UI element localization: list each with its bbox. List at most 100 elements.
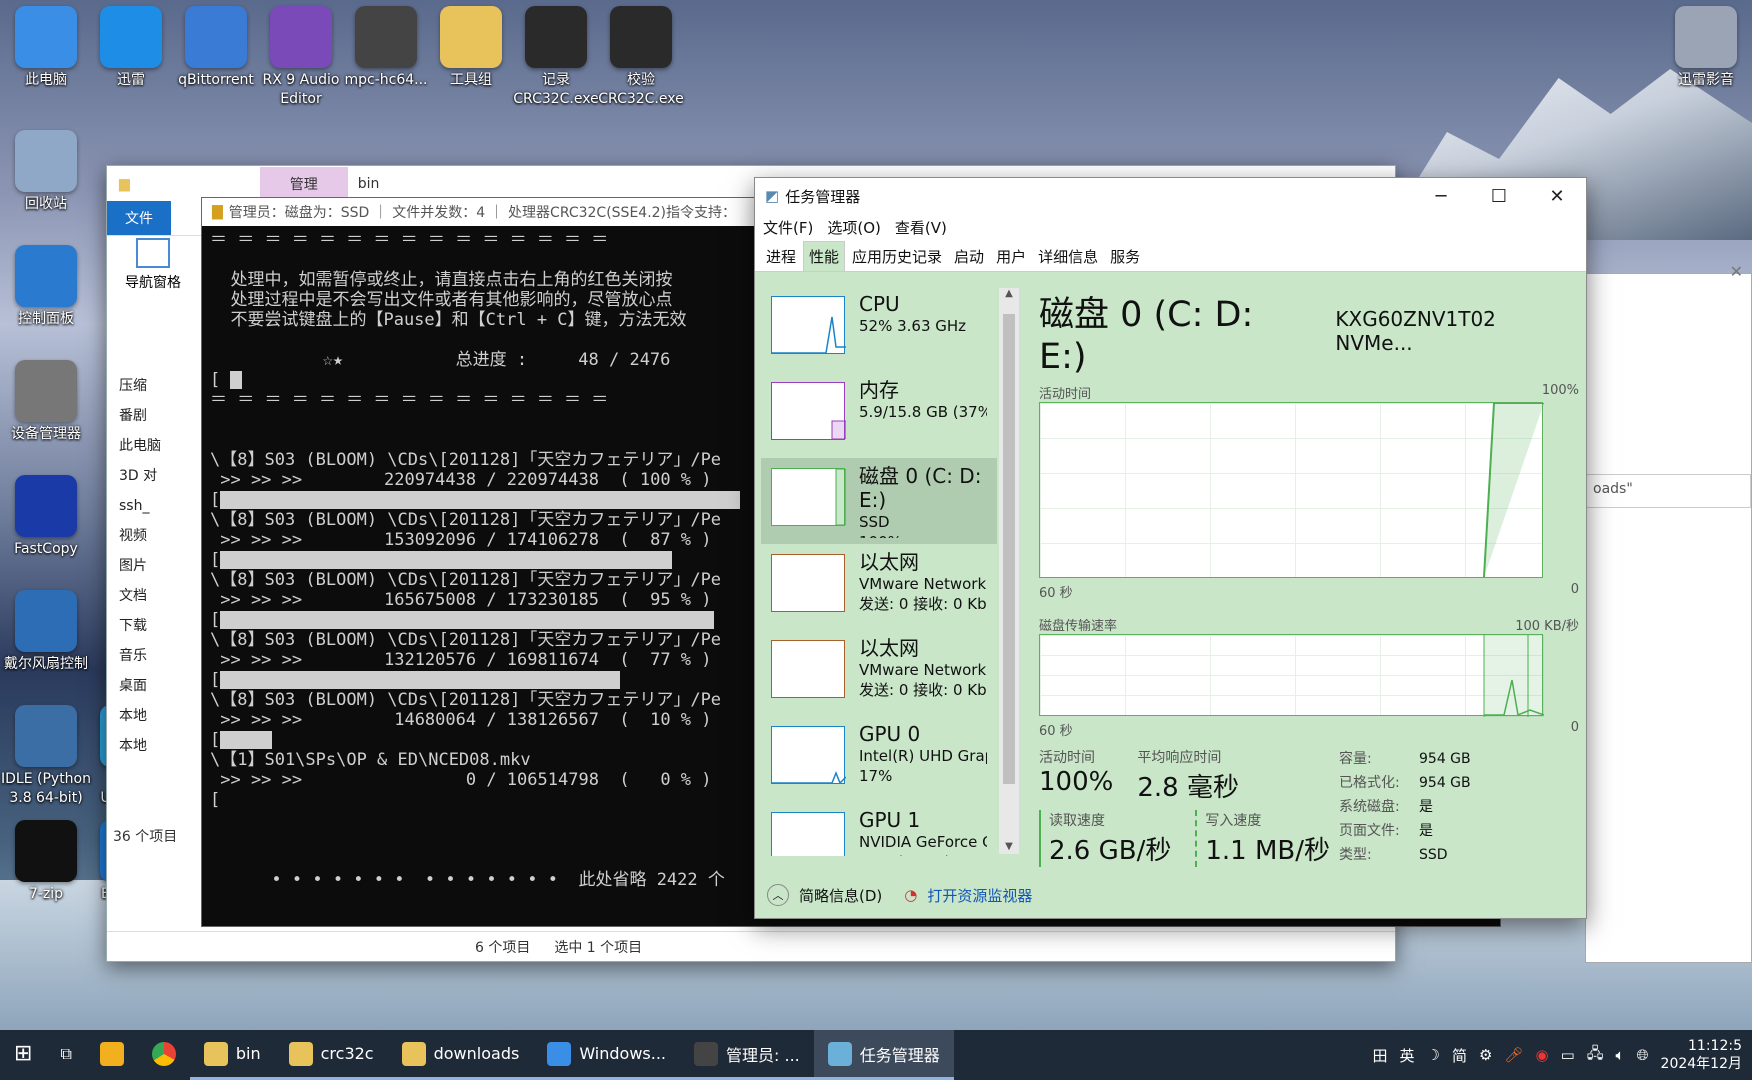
battery-icon[interactable]: ▭ bbox=[1561, 1046, 1575, 1064]
search-input[interactable]: oads" bbox=[1586, 474, 1751, 508]
tab[interactable]: 应用历史记录 bbox=[847, 242, 947, 271]
manage-tab[interactable]: 管理 bbox=[259, 167, 348, 201]
desktop-icon[interactable]: qBittorrent bbox=[170, 6, 262, 90]
nav-item[interactable]: 文档 bbox=[107, 581, 207, 611]
bracket: [ bbox=[210, 670, 221, 690]
resource-thumbnail bbox=[771, 726, 847, 785]
taskbar-chrome[interactable] bbox=[138, 1030, 190, 1080]
taskbar-item[interactable]: Windows... bbox=[533, 1030, 680, 1080]
desktop-icon[interactable]: 戴尔风扇控制 bbox=[0, 590, 92, 674]
tab[interactable]: 服务 bbox=[1105, 242, 1145, 271]
taskbar-potplayer[interactable] bbox=[86, 1030, 138, 1080]
ime-language[interactable]: 英 bbox=[1400, 1045, 1415, 1066]
desktop-icon[interactable]: 设备管理器 bbox=[0, 360, 92, 444]
clapper-icon bbox=[355, 6, 417, 68]
settings-icon[interactable]: ⚙ bbox=[1479, 1046, 1492, 1064]
scroll-up-icon[interactable]: ▲ bbox=[999, 288, 1019, 299]
nav-item[interactable]: 番剧 bbox=[107, 401, 207, 431]
nav-item[interactable]: 本地 bbox=[107, 701, 207, 731]
ime-mode[interactable]: 简 bbox=[1452, 1045, 1467, 1066]
microphone-icon[interactable]: 🎤︎ bbox=[1504, 1046, 1523, 1064]
menu-item[interactable]: 选项(O) bbox=[827, 217, 881, 238]
nav-item[interactable]: 3D 对 bbox=[107, 461, 207, 491]
nav-item[interactable]: ssh_ bbox=[107, 491, 207, 521]
resource-item[interactable]: 以太网VMware Network Adapter 发送: 0 接收: 0 Kbp… bbox=[761, 630, 997, 716]
resource-item[interactable]: 磁盘 0 (C: D: E:)SSD100% bbox=[761, 458, 997, 544]
moon-icon[interactable]: ☽ bbox=[1427, 1046, 1440, 1064]
nav-item[interactable]: 本地 bbox=[107, 731, 207, 761]
brief-info-link[interactable]: 简略信息(D) bbox=[799, 885, 882, 906]
tab[interactable]: 进程 bbox=[761, 242, 801, 271]
desktop-icon[interactable]: 记录CRC32C.exe bbox=[510, 6, 602, 109]
tab[interactable]: 用户 bbox=[991, 242, 1031, 271]
menu-item[interactable]: 查看(V) bbox=[895, 217, 947, 238]
tab[interactable]: 启动 bbox=[949, 242, 989, 271]
nav-item[interactable]: 音乐 bbox=[107, 641, 207, 671]
clock[interactable]: 11:12:5 2024年12月 bbox=[1661, 1037, 1742, 1073]
desktop-icon[interactable]: 7-zip bbox=[0, 820, 92, 904]
desktop-icon[interactable]: IDLE (Python 3.8 64-bit) bbox=[0, 705, 92, 808]
nav-item[interactable]: 视频 bbox=[107, 521, 207, 551]
resource-item[interactable]: GPU 1NVIDIA GeForce GTX11% (24 °C) bbox=[761, 802, 997, 856]
taskbar-item[interactable]: 任务管理器 bbox=[813, 1030, 954, 1080]
property-value: 是 bbox=[1419, 823, 1433, 839]
stats-row-1: 活动时间 100% 平均响应时间 2.8 毫秒 bbox=[1039, 747, 1339, 804]
tab[interactable]: 性能 bbox=[803, 241, 846, 271]
taskbar-item[interactable]: 管理员: ... bbox=[680, 1030, 814, 1080]
maximize-icon[interactable]: ☐ bbox=[1470, 186, 1528, 207]
globe-icon[interactable]: 🌐︎ bbox=[1637, 1046, 1649, 1064]
desktop-icon-label: RX 9 Audio Editor bbox=[262, 72, 340, 107]
clock-time: 11:12:5 bbox=[1688, 1038, 1742, 1054]
resource-item[interactable]: GPU 0Intel(R) UHD Graphics 17% bbox=[761, 716, 997, 802]
resource-item[interactable]: CPU 52% 3.63 GHz bbox=[761, 286, 997, 372]
app-icon bbox=[547, 1041, 572, 1066]
resource-sub2: 17% bbox=[859, 767, 893, 785]
desktop-icon[interactable]: RX 9 Audio Editor bbox=[255, 6, 347, 109]
task-view-button[interactable]: ⧉ bbox=[46, 1030, 85, 1080]
desktop-icon[interactable]: 迅雷影音 bbox=[1660, 6, 1752, 90]
resource-sub2: 发送: 0 接收: 0 Kbps bbox=[859, 681, 987, 699]
nav-pane-button[interactable]: 导航窗格 bbox=[113, 238, 193, 292]
desktop-icon[interactable]: 校验CRC32C.exe bbox=[595, 6, 687, 109]
menu-item[interactable]: 文件(F) bbox=[763, 217, 813, 238]
close-icon[interactable]: ✕ bbox=[1528, 186, 1586, 207]
nav-item[interactable]: 压缩 bbox=[107, 371, 207, 401]
7z-icon bbox=[15, 820, 77, 882]
nav-item[interactable]: 图片 bbox=[107, 551, 207, 581]
resource-item[interactable]: 内存 5.9/15.8 GB (37%) bbox=[761, 372, 997, 458]
total-progress-bar bbox=[230, 371, 243, 389]
resource-sub1: VMware Network Adapter bbox=[859, 575, 987, 593]
resource-item[interactable]: 以太网VMware Network Adapter 发送: 0 接收: 0 Kbp… bbox=[761, 544, 997, 630]
resource-monitor-link[interactable]: 打开资源监视器 bbox=[927, 885, 1032, 906]
nav-item[interactable]: 下载 bbox=[107, 611, 207, 641]
desktop-icon[interactable]: 迅雷 bbox=[85, 6, 177, 90]
nav-item[interactable]: 此电脑 bbox=[107, 431, 207, 461]
scroll-down-icon[interactable]: ▼ bbox=[999, 841, 1019, 852]
desktop-icon[interactable]: 控制面板 bbox=[0, 245, 92, 329]
taskbar-item[interactable]: crc32c bbox=[274, 1030, 388, 1080]
write-speed-stat: 写入速度 1.1 MB/秒 bbox=[1195, 810, 1330, 867]
chevron-up-icon[interactable]: ︿ bbox=[767, 884, 789, 906]
record-icon[interactable]: ◉ bbox=[1536, 1046, 1549, 1064]
resource-scrollbar[interactable]: ▲ ▼ bbox=[999, 288, 1019, 854]
desktop-icon[interactable]: mpc-hc64... bbox=[340, 6, 432, 90]
resource-thumbnail bbox=[771, 296, 846, 354]
desktop-icon[interactable]: 回收站 bbox=[0, 130, 92, 214]
file-tab[interactable]: 文件 bbox=[107, 201, 171, 235]
scroll-thumb[interactable] bbox=[1003, 314, 1015, 784]
network-icon[interactable]: 🖧︎ bbox=[1587, 1043, 1604, 1068]
volume-icon[interactable]: 🔈︎ bbox=[1616, 1046, 1625, 1064]
resource-name: 内存 bbox=[859, 378, 899, 402]
nav-item[interactable]: 桌面 bbox=[107, 671, 207, 701]
desktop-icon[interactable]: 此电脑 bbox=[0, 6, 92, 90]
desktop-icon[interactable]: 工具组 bbox=[425, 6, 517, 90]
start-button[interactable]: ⊞ bbox=[0, 1030, 46, 1080]
taskbar-item[interactable]: downloads bbox=[387, 1030, 534, 1080]
control-panel-icon bbox=[15, 245, 77, 307]
taskbar-item[interactable]: bin bbox=[189, 1030, 275, 1080]
desktop-icon[interactable]: FastCopy bbox=[0, 475, 92, 559]
close-icon[interactable]: ✕ bbox=[1730, 262, 1743, 281]
ime-grid-icon[interactable]: 田 bbox=[1373, 1045, 1388, 1066]
tab[interactable]: 详细信息 bbox=[1033, 242, 1103, 271]
minimize-icon[interactable]: ─ bbox=[1412, 186, 1470, 207]
